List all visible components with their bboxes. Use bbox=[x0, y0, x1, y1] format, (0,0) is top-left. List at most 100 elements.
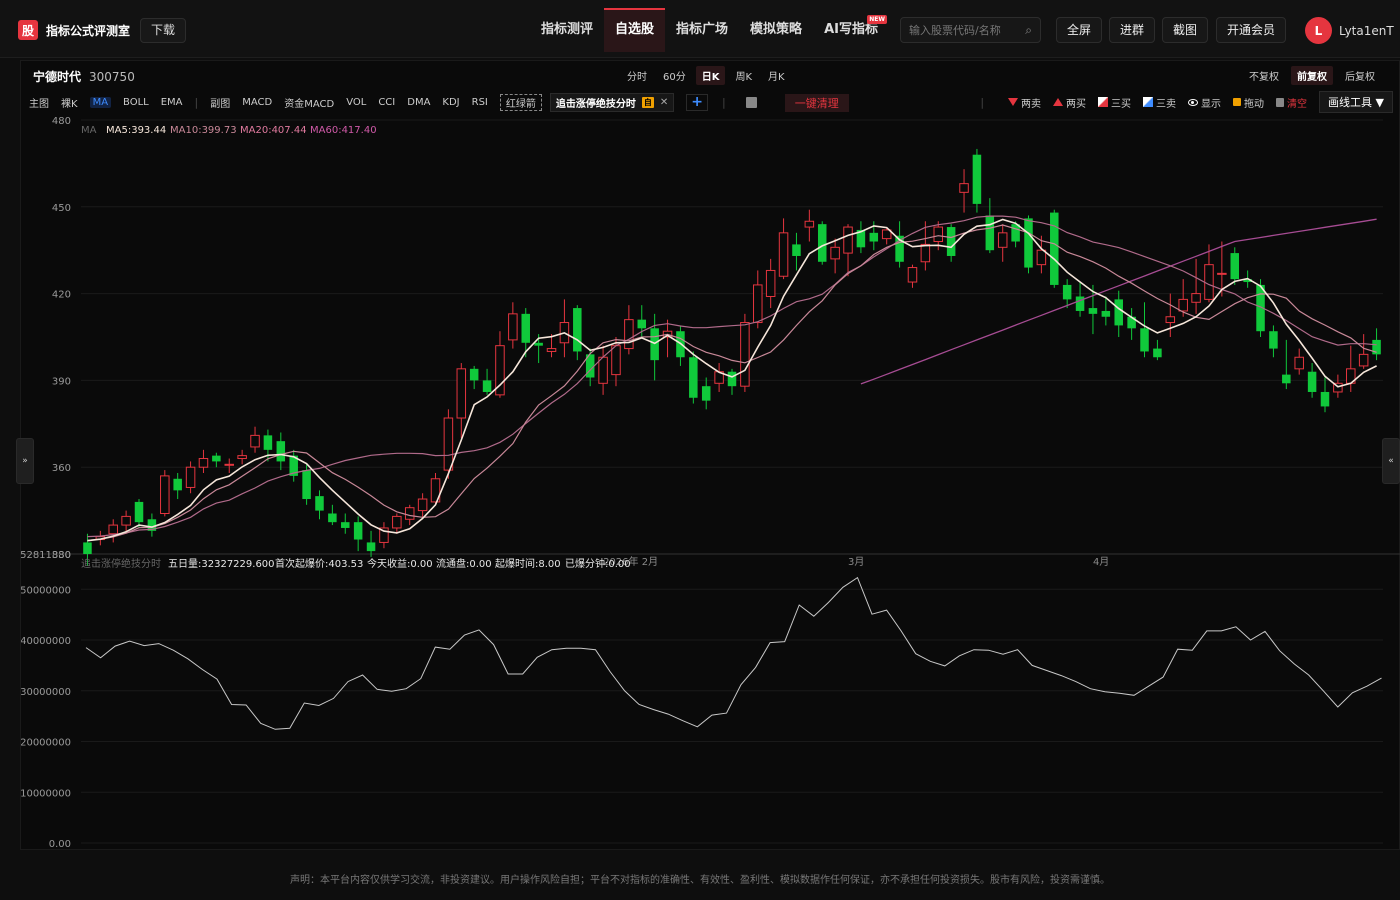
nav-watchlist[interactable]: 自选股 bbox=[604, 8, 666, 52]
main-nav: 指标测评 自选股 指标广场 模拟策略 AI写指标 NEW bbox=[530, 8, 889, 52]
candle-up bbox=[830, 246, 840, 260]
candle-down bbox=[1230, 253, 1240, 280]
candle-up bbox=[456, 368, 467, 419]
candle-down bbox=[869, 232, 879, 242]
brand[interactable]: 股 指标公式评测室 bbox=[18, 20, 130, 40]
nav-indicator-square[interactable]: 指标广场 bbox=[665, 8, 739, 52]
sub-legend-item: 五日量:32327229.600 bbox=[168, 558, 275, 570]
candle-up bbox=[959, 183, 969, 193]
candle-up bbox=[740, 322, 750, 387]
candle-down bbox=[315, 496, 324, 511]
y-axis-top-readout: 52811880 bbox=[21, 550, 71, 561]
candle-down bbox=[328, 513, 337, 523]
sub-legend-item: 流通盘:0.00 bbox=[436, 557, 492, 570]
y-axis-tick-label: 390 bbox=[52, 376, 71, 387]
user-menu[interactable]: L Lyta1enT bbox=[1305, 17, 1394, 44]
search-icon[interactable]: ⌕ bbox=[1025, 23, 1032, 38]
candle-down bbox=[689, 357, 698, 398]
sub-axis-tick-label: 50000000 bbox=[21, 585, 71, 596]
candle-up bbox=[843, 226, 853, 254]
candle-down bbox=[1114, 299, 1123, 326]
fullscreen-button[interactable]: 全屏 bbox=[1056, 17, 1103, 43]
candle-up bbox=[1294, 356, 1304, 370]
candle-down bbox=[1153, 348, 1162, 358]
candle-down bbox=[353, 522, 363, 540]
candle-up bbox=[920, 243, 931, 263]
candle-down bbox=[1011, 224, 1020, 242]
y-axis-tick-label: 480 bbox=[52, 116, 71, 127]
candle-down bbox=[637, 319, 647, 329]
candle-up bbox=[185, 466, 196, 488]
candle-down bbox=[1062, 284, 1072, 300]
y-axis-tick-label: 420 bbox=[52, 290, 71, 301]
x-axis-label: 2月 bbox=[642, 556, 658, 568]
candle-down bbox=[173, 478, 182, 491]
candle-down bbox=[366, 542, 376, 552]
candle-down bbox=[817, 224, 827, 262]
screenshot-button[interactable]: 截图 bbox=[1162, 17, 1209, 43]
sub-axis-tick-label: 30000000 bbox=[21, 687, 71, 698]
candle-down bbox=[792, 244, 801, 256]
candle-up bbox=[392, 515, 402, 529]
candle-up bbox=[417, 498, 428, 512]
candle-down bbox=[276, 441, 286, 462]
sub-legend-item: 起爆时间:8.00 bbox=[495, 557, 561, 570]
candle-up bbox=[765, 269, 776, 297]
membership-button[interactable]: 开通会员 bbox=[1216, 17, 1287, 43]
candle-up bbox=[1191, 293, 1201, 303]
candle-down bbox=[985, 215, 995, 251]
candle-up bbox=[997, 232, 1008, 248]
candle-down bbox=[302, 470, 311, 500]
candle-up bbox=[1204, 264, 1214, 300]
sub-axis-tick-label: 0.00 bbox=[49, 839, 71, 850]
candle-up bbox=[611, 345, 621, 376]
candle-down bbox=[1075, 296, 1085, 311]
candle-down bbox=[1088, 308, 1098, 314]
y-axis-tick-label: 450 bbox=[52, 203, 71, 214]
candle-down bbox=[534, 342, 543, 346]
candle-down bbox=[83, 542, 92, 554]
new-badge: NEW bbox=[867, 15, 887, 24]
candle-down bbox=[263, 435, 273, 450]
candle-down bbox=[1282, 374, 1291, 384]
candle-up bbox=[443, 417, 454, 471]
sub-legend-item: 已爆分钟:0.00 bbox=[565, 557, 631, 570]
brand-name: 指标公式评测室 bbox=[46, 23, 131, 38]
candle-up bbox=[237, 455, 247, 460]
expand-right-button[interactable]: « bbox=[1382, 438, 1400, 484]
stock-search-input[interactable] bbox=[909, 23, 1026, 37]
join-group-button[interactable]: 进群 bbox=[1109, 17, 1156, 43]
candle-down bbox=[946, 227, 956, 256]
download-button[interactable]: 下载 bbox=[140, 18, 187, 43]
candle-up bbox=[121, 515, 131, 526]
candle-down bbox=[1140, 328, 1149, 352]
sub-legend-item: 首次起爆价:403.53 bbox=[275, 557, 363, 570]
candle-up bbox=[1358, 353, 1369, 367]
candle-down bbox=[1050, 212, 1059, 285]
y-axis-tick-label: 360 bbox=[52, 463, 71, 474]
candle-up bbox=[198, 458, 209, 468]
candle-down bbox=[341, 522, 350, 528]
stock-search-box[interactable]: ⌕ bbox=[900, 17, 1041, 43]
nav-sim-strategy[interactable]: 模拟策略 bbox=[739, 8, 813, 52]
x-axis-label: 3月 bbox=[848, 556, 864, 568]
candle-up bbox=[108, 524, 118, 535]
candle-up bbox=[508, 313, 518, 341]
candle-up bbox=[224, 463, 235, 466]
nav-ai-indicator[interactable]: AI写指标 NEW bbox=[813, 8, 889, 52]
candle-down bbox=[972, 154, 982, 204]
ma60-legend: MA60:417.40 bbox=[310, 125, 377, 136]
candle-down bbox=[134, 501, 144, 523]
candle-down bbox=[1024, 218, 1033, 268]
ma5-legend: MA5:393.44 bbox=[106, 125, 166, 136]
nav-indicator-review[interactable]: 指标测评 bbox=[530, 8, 604, 52]
sub-legend-title: 追击涨停绝技分时 bbox=[81, 557, 161, 570]
candle-up bbox=[624, 319, 634, 350]
sub-indicator-line bbox=[85, 576, 1382, 730]
candle-down bbox=[469, 368, 479, 381]
kline-chart[interactable]: 4804504203903603305281188050000000400000… bbox=[21, 61, 1400, 851]
top-navigation-bar: 股 指标公式评测室 下载 指标测评 自选股 指标广场 模拟策略 AI写指标 NEW… bbox=[0, 0, 1400, 58]
candle-down bbox=[1101, 310, 1111, 317]
candle-up bbox=[250, 434, 260, 448]
expand-left-button[interactable]: » bbox=[16, 438, 34, 484]
